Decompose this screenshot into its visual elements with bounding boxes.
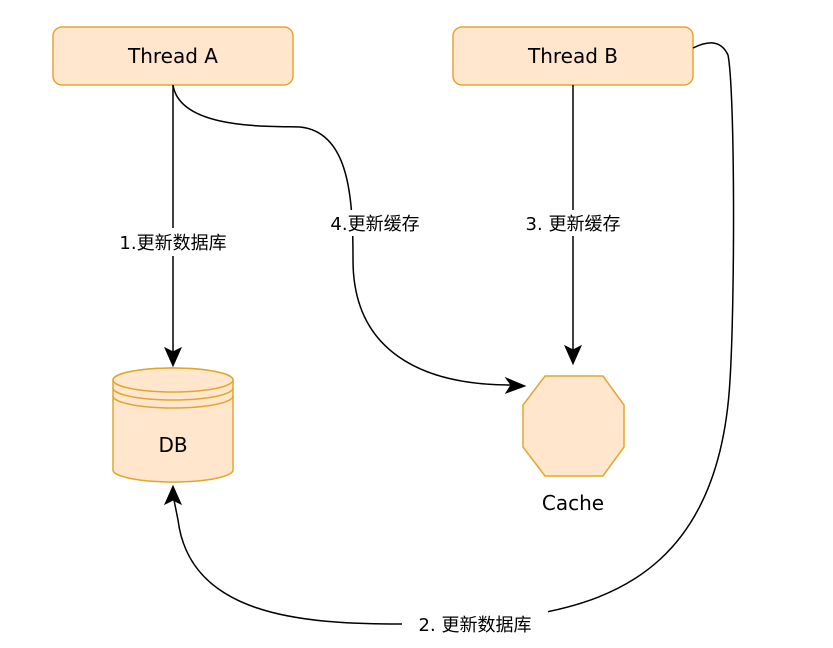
edge-b-to-db-line bbox=[173, 42, 735, 625]
cache-label: Cache bbox=[542, 491, 604, 515]
edge-b-to-db: 2. 更新数据库 bbox=[163, 42, 735, 638]
thread-a-node[interactable]: Thread A bbox=[52, 26, 294, 86]
db-node[interactable]: DB bbox=[112, 367, 234, 483]
thread-a-label: Thread A bbox=[127, 44, 218, 68]
edge-a-to-db: 1.更新数据库 bbox=[103, 85, 243, 368]
cache-node[interactable]: Cache bbox=[522, 375, 625, 515]
edge-a-to-db-label: 1.更新数据库 bbox=[119, 233, 226, 254]
thread-b-node[interactable]: Thread B bbox=[452, 26, 694, 86]
db-label: DB bbox=[158, 433, 187, 457]
edge-b-to-cache-label: 3. 更新缓存 bbox=[526, 214, 621, 235]
edge-b-to-cache: 3. 更新缓存 bbox=[511, 85, 635, 366]
cache-octagon bbox=[522, 375, 625, 477]
edge-b-to-db-label: 2. 更新数据库 bbox=[419, 615, 532, 636]
edge-b-to-db-arrowhead bbox=[163, 484, 183, 506]
thread-b-label: Thread B bbox=[527, 44, 618, 68]
edge-a-to-cache-label: 4.更新缓存 bbox=[330, 214, 419, 235]
db-cylinder-top bbox=[112, 367, 234, 393]
flow-diagram: Thread A Thread B DB Cache 1.更新数据库 4.更新缓… bbox=[52, 26, 735, 638]
